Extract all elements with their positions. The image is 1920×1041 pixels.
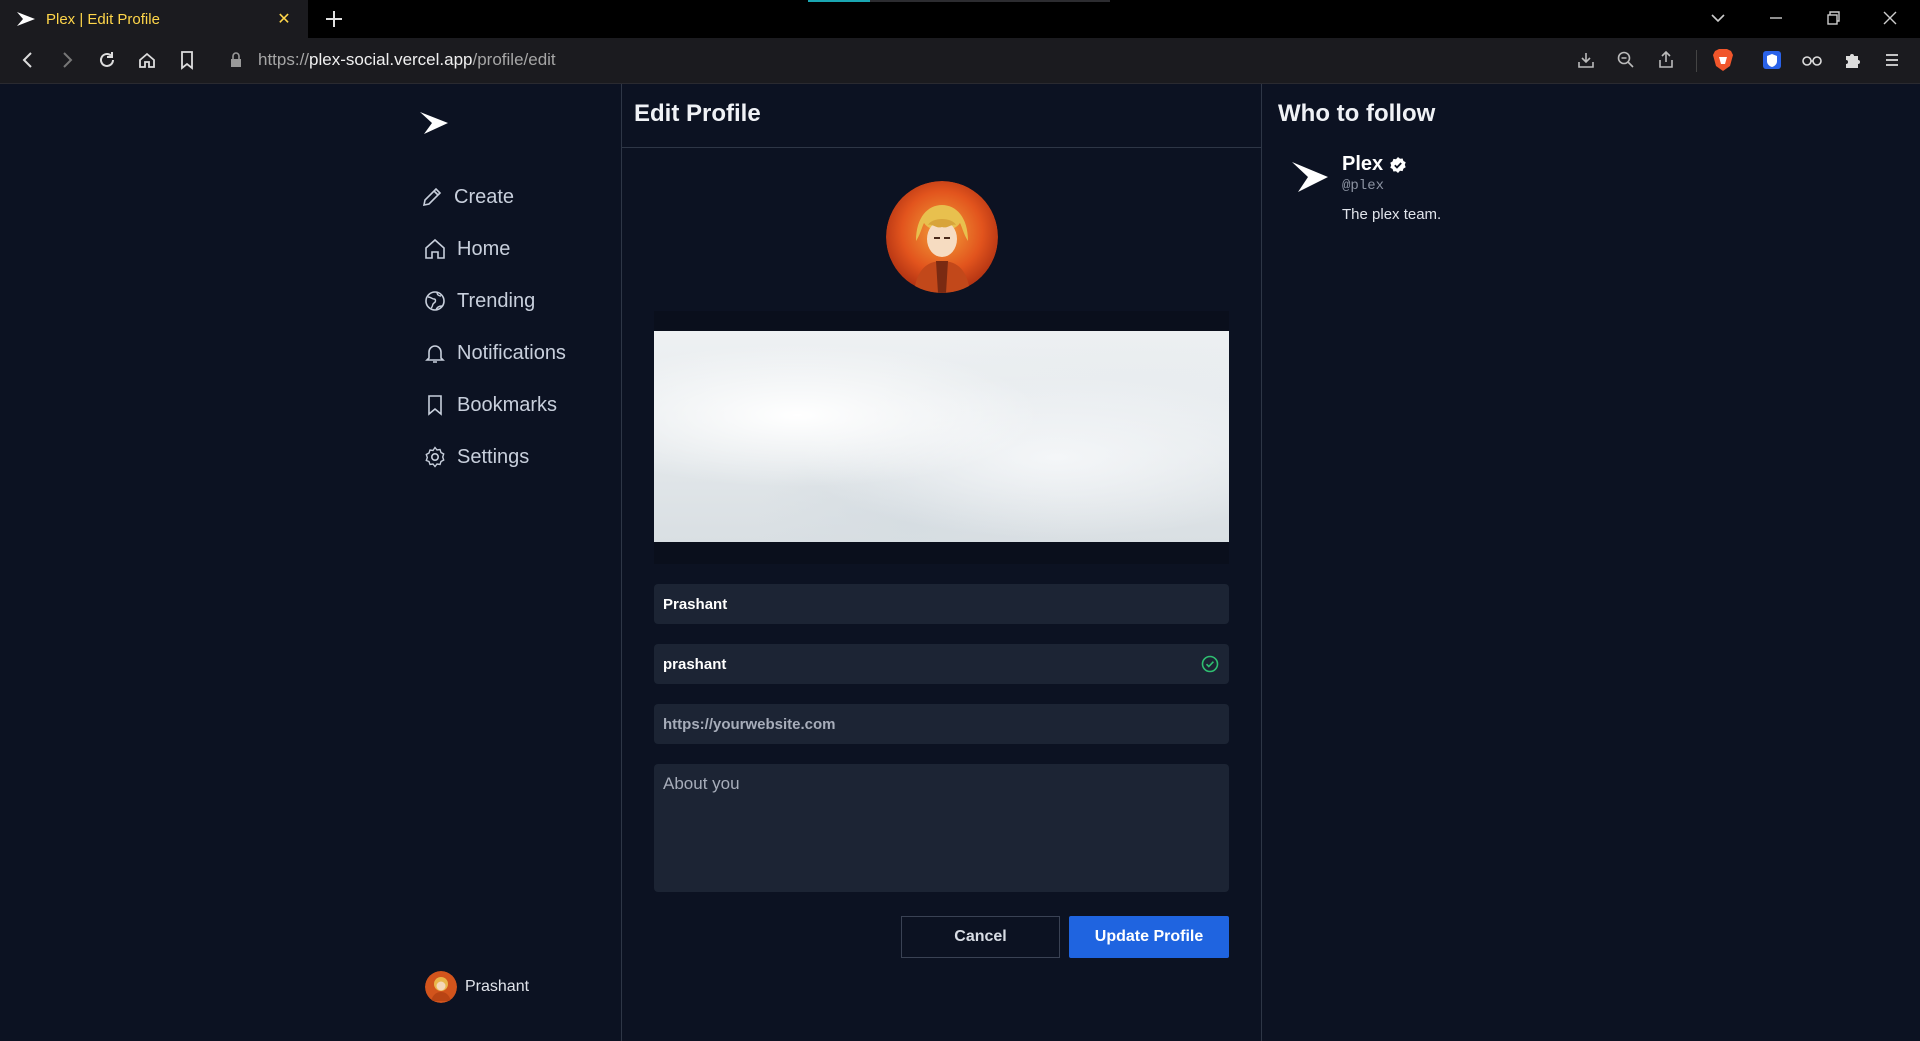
browser-tab[interactable]: Plex | Edit Profile ✕ [0, 0, 308, 38]
sidebar-item-trending[interactable]: Trending [423, 281, 535, 321]
tab-close-icon[interactable]: ✕ [272, 7, 296, 31]
follow-account-name[interactable]: Plex [1342, 153, 1407, 176]
website-placeholder: https://yourwebsite.com [663, 715, 836, 733]
page-title: Edit Profile [634, 100, 761, 127]
sidebar-item-settings[interactable]: Settings [423, 437, 529, 477]
url-scheme: https:// [258, 50, 310, 69]
cancel-button[interactable]: Cancel [901, 916, 1060, 958]
profile-avatar[interactable] [886, 181, 998, 293]
sidebar-item-bookmarks[interactable]: Bookmarks [423, 385, 557, 425]
sidebar-item-label: Trending [457, 289, 536, 312]
brave-shield-icon[interactable] [1709, 46, 1737, 74]
tab-indicator [808, 0, 870, 2]
column-divider-right [1261, 84, 1262, 1041]
current-user-name: Prashant [465, 978, 530, 995]
plex-logo-icon[interactable] [418, 110, 450, 141]
url-path: /profile/edit [472, 50, 556, 69]
forward-icon[interactable] [53, 46, 81, 74]
minimize-icon[interactable] [1764, 6, 1788, 35]
gear-icon [425, 446, 445, 468]
browser-menu-icon[interactable] [1878, 46, 1906, 74]
who-to-follow-title: Who to follow [1278, 100, 1436, 127]
lock-icon[interactable] [228, 51, 244, 74]
new-tab-icon[interactable] [320, 5, 348, 38]
share-icon[interactable] [1652, 46, 1680, 74]
title-divider [621, 147, 1261, 148]
extension-glasses-icon[interactable] [1798, 46, 1826, 74]
sidebar-item-label: Create [454, 185, 515, 208]
bookmark-page-icon[interactable] [173, 46, 201, 74]
extensions-puzzle-icon[interactable] [1838, 46, 1866, 74]
sidebar-item-create[interactable]: Create [420, 177, 514, 217]
about-textarea[interactable]: About you [654, 764, 1229, 892]
tab-title: Plex | Edit Profile [46, 10, 160, 28]
restore-icon[interactable] [1821, 6, 1845, 35]
follow-name-text: Plex [1342, 153, 1384, 175]
globe-icon [425, 291, 445, 311]
tab-indicator-track [870, 0, 1110, 2]
verified-badge-icon [1389, 156, 1407, 174]
current-user[interactable]: Prashant [425, 971, 529, 1003]
sidebar-item-label: Settings [457, 445, 530, 468]
column-divider-left [621, 84, 622, 1041]
close-window-icon[interactable] [1878, 6, 1902, 35]
reload-icon[interactable] [93, 46, 121, 74]
zoom-icon[interactable] [1612, 46, 1640, 74]
check-circle-icon [1201, 655, 1219, 673]
toolbar-divider [1696, 50, 1697, 72]
install-app-icon[interactable] [1572, 46, 1600, 74]
name-field[interactable]: Prashant [654, 584, 1229, 624]
bell-icon [425, 345, 445, 363]
bookmark-icon [428, 395, 442, 416]
update-profile-button[interactable]: Update Profile [1069, 916, 1229, 958]
url-host: plex-social.vercel.app [309, 50, 473, 69]
sidebar-item-notifications[interactable]: Notifications [423, 333, 566, 373]
sidebar-item-label: Notifications [457, 341, 566, 364]
back-icon[interactable] [14, 46, 42, 74]
sidebar-item-label: Home [457, 237, 511, 260]
plex-account-avatar-icon[interactable] [1290, 160, 1330, 199]
username-field[interactable]: prashant [654, 644, 1229, 684]
home-browser-icon[interactable] [133, 46, 161, 74]
home-icon [425, 238, 445, 259]
plex-tab-icon [16, 11, 36, 27]
name-value: Prashant [663, 595, 728, 613]
avatar [425, 971, 457, 1003]
website-field[interactable]: https://yourwebsite.com [654, 704, 1229, 744]
sidebar-item-label: Bookmarks [457, 393, 558, 416]
about-placeholder: About you [663, 774, 740, 793]
extension-shield-icon[interactable] [1758, 46, 1786, 74]
follow-account-bio: The plex team. [1342, 206, 1442, 223]
follow-account-handle: @plex [1342, 178, 1385, 194]
sidebar-item-home[interactable]: Home [423, 229, 510, 269]
tab-list-icon[interactable] [1706, 6, 1730, 35]
username-value: prashant [663, 655, 727, 673]
profile-banner-image[interactable] [654, 331, 1229, 542]
pencil-icon [422, 187, 442, 207]
url-text[interactable]: https://plex-social.vercel.app/profile/e… [258, 50, 556, 70]
